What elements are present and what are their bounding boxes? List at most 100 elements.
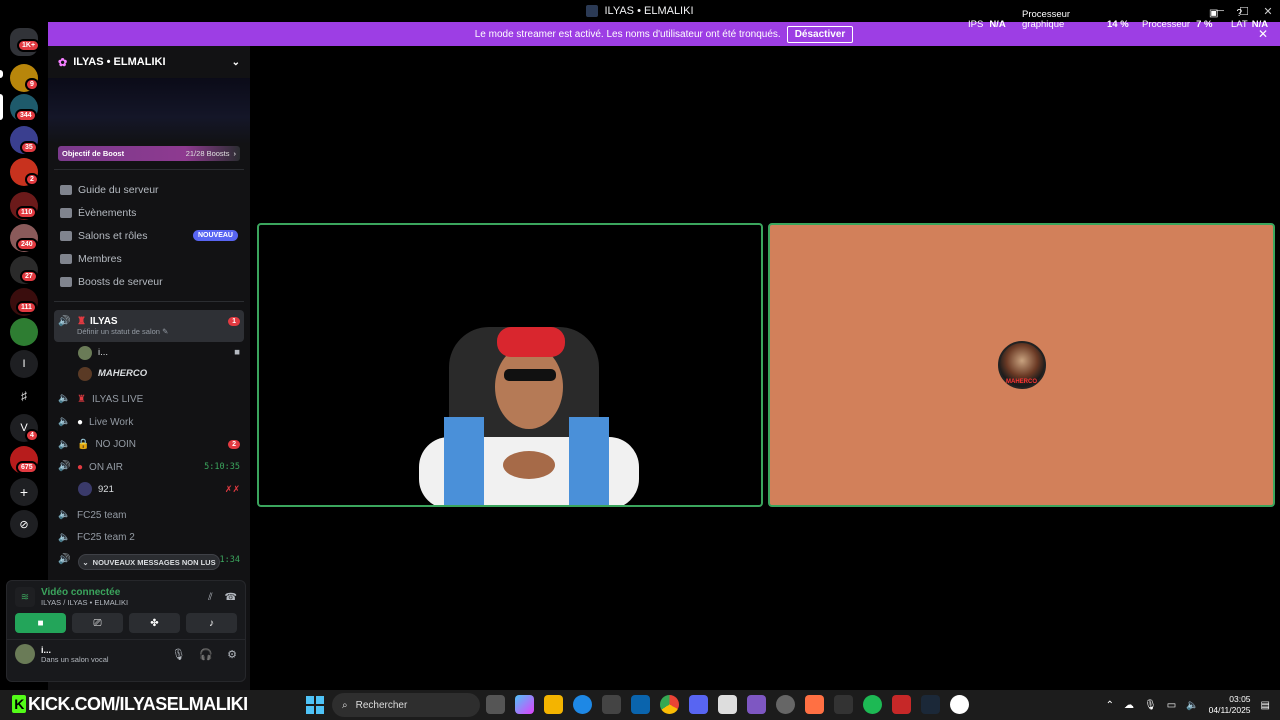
channel-name: ILYAS LIVE: [91, 393, 144, 405]
video-tile-camera[interactable]: [257, 223, 763, 507]
discord-app-icon: [586, 5, 599, 17]
close-window-icon[interactable]: ✕: [1256, 5, 1280, 18]
voice-channel-live-work[interactable]: 🔈 ● Live Work: [48, 411, 250, 434]
server-badge: 111: [16, 301, 37, 314]
media-icon[interactable]: [950, 695, 969, 714]
app-icon[interactable]: [892, 695, 911, 714]
task-view-icon[interactable]: [486, 695, 505, 714]
channel-name: FC25 team 2: [77, 532, 135, 544]
nav-server-boosts[interactable]: Boosts de serveur: [48, 270, 250, 293]
chevron-down-icon[interactable]: ⌄: [232, 57, 240, 68]
server-icon[interactable]: I: [10, 350, 38, 378]
server-badge: 2: [25, 173, 39, 186]
voice-status-subtitle[interactable]: ILYAS / ILYAS • ELMALIKI: [41, 598, 128, 607]
activities-icon: ✤: [150, 617, 159, 629]
nav-events[interactable]: Évènements: [48, 201, 250, 224]
help-icon[interactable]: ?: [1236, 8, 1242, 19]
divider: [54, 301, 244, 302]
signal-icon[interactable]: ≋: [15, 587, 35, 607]
avatar: [78, 345, 92, 360]
streamer-mode-notice: Le mode streamer est activé. Les noms d'…: [48, 22, 1280, 46]
member-name: MAHERCO: [98, 368, 148, 379]
boost-goal-bar[interactable]: Objectif de Boost 21/28 Boosts ›: [58, 146, 240, 161]
clock[interactable]: 03:05 04/11/2025: [1209, 694, 1251, 716]
app-icon[interactable]: [776, 695, 795, 714]
outlook-icon[interactable]: [631, 695, 650, 714]
windows-start-icon[interactable]: [306, 696, 324, 714]
soundboard-button[interactable]: ♪: [186, 613, 237, 633]
video-tile-avatar[interactable]: MAHERCO: [768, 223, 1275, 507]
divider: [54, 169, 244, 170]
app-icon[interactable]: [834, 695, 853, 714]
avatar[interactable]: [15, 644, 35, 664]
call-duration: 1:34: [219, 555, 240, 566]
notification-icon[interactable]: ▤: [1261, 700, 1270, 711]
store-icon[interactable]: [602, 695, 621, 714]
microphone-icon[interactable]: 🎙: [1144, 700, 1157, 711]
noise-suppression-icon[interactable]: ⫽: [208, 592, 212, 603]
app-icon[interactable]: [718, 695, 737, 714]
channel-status[interactable]: Définir un statut de salon ✎: [58, 327, 168, 336]
camera-button[interactable]: ■: [15, 613, 66, 633]
server-icon[interactable]: ♯: [10, 382, 38, 410]
webcam-feed: [419, 327, 639, 505]
edge-icon[interactable]: [573, 695, 592, 714]
nav-label: Guide du serveur: [78, 183, 159, 196]
user-name: i...: [41, 644, 52, 655]
speaker-icon: 🔊: [58, 315, 71, 327]
server-icon[interactable]: [10, 318, 38, 346]
selected-pill: [0, 94, 3, 120]
chrome-icon[interactable]: [660, 695, 679, 714]
voice-channel-fc25-team-2[interactable]: 🔈 FC25 team 2: [48, 526, 250, 549]
voice-member[interactable]: i... ■: [48, 342, 250, 363]
voice-status-title[interactable]: Vidéo connectée: [41, 587, 128, 598]
lock-icon: 🔒: [77, 439, 90, 451]
members-icon: [60, 253, 72, 264]
server-badge: 240: [16, 238, 38, 251]
voice-member[interactable]: 921 ✗✗: [48, 479, 250, 500]
disconnect-icon[interactable]: ☎: [225, 592, 237, 603]
avatar: [78, 482, 92, 497]
app-icon[interactable]: [805, 695, 824, 714]
channels-icon: [60, 230, 72, 241]
game-icon[interactable]: [747, 695, 766, 714]
video-icon: ■: [234, 347, 240, 358]
voice-member[interactable]: MAHERCO: [48, 363, 250, 384]
gear-icon[interactable]: ⚙: [227, 648, 237, 661]
nav-members[interactable]: Membres: [48, 247, 250, 270]
taskbar-search[interactable]: ⌕ Rechercher: [332, 693, 480, 717]
network-icon[interactable]: ▭: [1167, 700, 1176, 711]
voice-channel-no-join[interactable]: 🔈 🔒 NO JOIN 2: [48, 433, 250, 456]
microphone-icon[interactable]: 🎙: [171, 648, 185, 661]
kick-overlay: K KICK.COM/ILYASELMALIKI: [12, 692, 248, 716]
spotify-icon[interactable]: [863, 695, 882, 714]
server-banner: [48, 78, 250, 144]
voice-channel-ilyas[interactable]: 🔊 ♜ ILYAS 1 Définir un statut de salon ✎: [54, 310, 244, 342]
unread-messages-button[interactable]: ⌄ NOUVEAUX MESSAGES NON LUS: [78, 554, 220, 570]
server-header[interactable]: ✿ ILYAS • ELMALIKI ⌄: [48, 46, 250, 78]
server-name: ILYAS • ELMALIKI: [73, 56, 166, 68]
voice-channel-ilyas-live[interactable]: 🔈 ♜ ILYAS LIVE: [48, 388, 250, 411]
stats-row: IPS N/A: [968, 19, 1006, 30]
inbox-icon[interactable]: ▣: [1209, 8, 1218, 19]
user-status: Dans un salon vocal: [41, 654, 109, 664]
headphones-icon[interactable]: 🎧: [199, 648, 213, 661]
cloud-icon[interactable]: ☁: [1124, 700, 1134, 711]
file-explorer-icon[interactable]: [544, 695, 563, 714]
nav-server-guide[interactable]: Guide du serveur: [48, 178, 250, 201]
steam-icon[interactable]: [921, 695, 940, 714]
disable-streamer-mode-button[interactable]: Désactiver: [786, 25, 854, 43]
add-server-button[interactable]: +: [10, 478, 38, 506]
screen-share-button[interactable]: ⎚: [72, 613, 123, 633]
nav-label: Membres: [78, 252, 122, 265]
volume-icon[interactable]: 🔈: [1186, 700, 1198, 711]
activities-button[interactable]: ✤: [129, 613, 180, 633]
avatar: [78, 366, 92, 381]
nav-channels-roles[interactable]: Salons et rôles NOUVEAU: [48, 224, 250, 247]
discord-icon[interactable]: [689, 695, 708, 714]
voice-channel-on-air[interactable]: 🔊 ● ON AIR 5:10:35: [48, 456, 250, 479]
copilot-icon[interactable]: [515, 695, 534, 714]
explore-servers-button[interactable]: ⊘: [10, 510, 38, 538]
voice-channel-fc25-team[interactable]: 🔈 FC25 team: [48, 504, 250, 527]
chevron-up-icon[interactable]: ⌃: [1106, 700, 1114, 711]
